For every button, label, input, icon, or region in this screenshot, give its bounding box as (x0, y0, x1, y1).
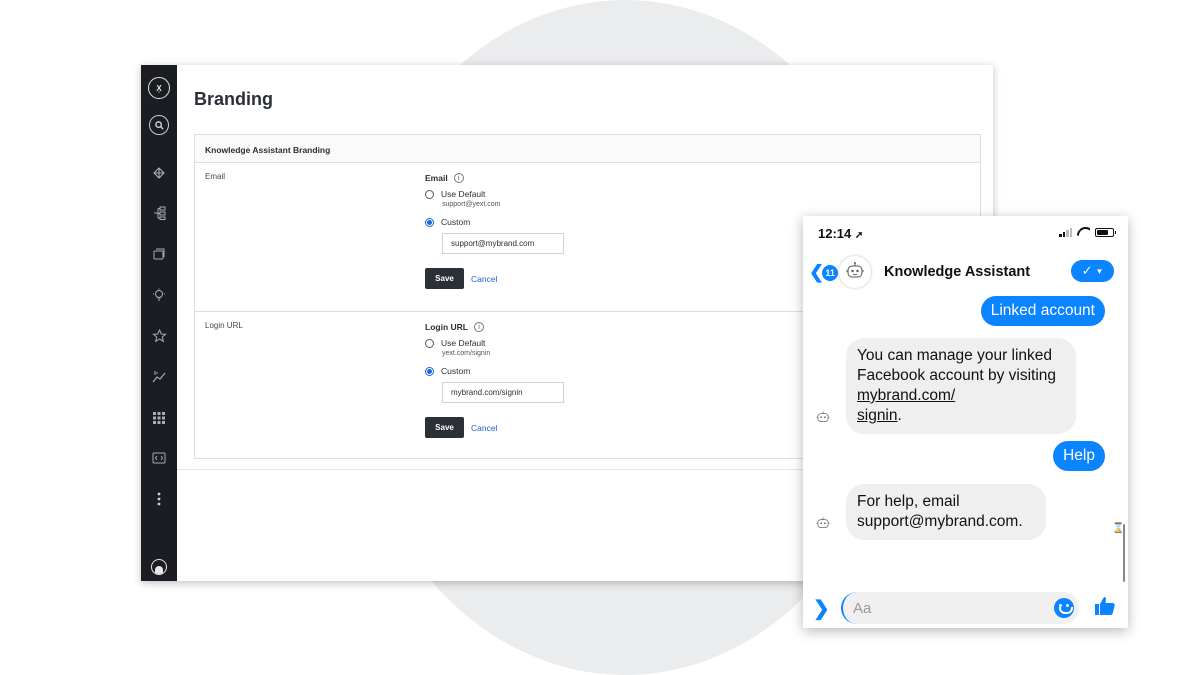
robot-icon (816, 517, 830, 528)
login-cancel-link[interactable]: Cancel (471, 423, 497, 433)
login-use-default-option[interactable]: Use Default (425, 338, 625, 348)
code-icon[interactable] (147, 446, 171, 470)
login-default-radio[interactable] (425, 338, 434, 348)
email-row-label: Email (205, 172, 226, 181)
login-custom-option[interactable]: Custom (425, 366, 625, 376)
chat-title: Knowledge Assistant (884, 264, 1031, 280)
thumbs-up-icon[interactable] (1093, 594, 1117, 618)
message-bubble-bot: For help, email support@mybrand.com. (846, 484, 1046, 540)
email-default-radio[interactable] (425, 189, 434, 199)
signin-link[interactable]: mybrand.com/ signin (857, 387, 955, 424)
verify-dropdown-button[interactable]: ✓ ▼ (1071, 260, 1114, 282)
user-icon[interactable] (147, 555, 171, 579)
login-url-row-label: Login URL (205, 321, 243, 330)
status-bar: 12:14 ➚ (803, 216, 1128, 250)
reviews-icon[interactable] (147, 324, 171, 348)
back-button[interactable]: ❮ 11 (809, 262, 839, 283)
message-bubble-user: Linked account (980, 296, 1105, 326)
email-default-value: support@yext.com (442, 201, 501, 208)
robot-icon (816, 411, 830, 422)
analytics-icon[interactable] (147, 365, 171, 389)
messenger-phone: 12:14 ➚ ❮ 11 Knowledge Assistant ✓ ▼ Link… (803, 216, 1128, 628)
login-url-field-title: Login URL i (425, 322, 625, 332)
sidebar: X̣ (141, 65, 177, 581)
scrollbar[interactable] (1123, 524, 1125, 582)
search-icon[interactable] (147, 113, 171, 137)
email-custom-radio[interactable] (425, 217, 434, 227)
info-icon[interactable]: i (453, 173, 464, 183)
info-icon[interactable]: i (473, 322, 484, 332)
lightbulb-icon[interactable] (147, 283, 171, 307)
wifi-icon (1077, 227, 1090, 237)
email-field-title: Email i (425, 173, 625, 183)
email-save-button[interactable]: Save (425, 268, 464, 289)
login-url-field-group: Login URL i Use Default yext.com/signin … (425, 322, 625, 438)
emoji-icon[interactable] (1054, 598, 1074, 618)
message-bubble-bot: You can manage your linked Facebook acco… (846, 338, 1076, 434)
email-field-group: Email i Use Default support@yext.com Cus… (425, 173, 625, 289)
hierarchy-icon[interactable] (147, 201, 171, 225)
pages-icon[interactable] (147, 242, 171, 266)
chat-header: ❮ 11 Knowledge Assistant ✓ ▼ (803, 254, 1128, 290)
logo-icon[interactable]: X̣ (147, 76, 171, 100)
email-actions: Save Cancel (425, 268, 625, 289)
login-save-button[interactable]: Save (425, 417, 464, 438)
message-input[interactable]: Aa (841, 592, 1079, 624)
caret-down-icon: ▼ (1095, 266, 1104, 276)
apps-grid-icon[interactable] (147, 406, 171, 430)
signal-icon (1059, 227, 1072, 237)
login-custom-radio[interactable] (425, 366, 434, 376)
unread-badge: 11 (822, 264, 839, 281)
status-icons (1059, 227, 1116, 237)
bot-avatar[interactable] (839, 256, 871, 288)
more-icon[interactable] (147, 487, 171, 511)
message-bubble-user: Help (1053, 441, 1105, 471)
network-icon[interactable] (147, 161, 171, 185)
status-time: 12:14 ➚ (818, 226, 864, 241)
composer-bar: ❯ Aa (803, 588, 1128, 628)
login-custom-input[interactable]: mybrand.com/signin (442, 382, 564, 403)
login-actions: Save Cancel (425, 417, 625, 438)
location-arrow-icon: ➚ (854, 230, 864, 241)
check-icon: ✓ (1081, 263, 1093, 278)
card-title: Knowledge Assistant Branding (195, 135, 980, 163)
email-use-default-option[interactable]: Use Default (425, 189, 625, 199)
robot-icon (846, 262, 864, 278)
page-title: Branding (194, 89, 273, 109)
email-cancel-link[interactable]: Cancel (471, 274, 497, 284)
battery-icon (1095, 227, 1116, 237)
email-custom-option[interactable]: Custom (425, 217, 625, 227)
chevron-right-icon[interactable]: ❯ (813, 596, 830, 621)
email-custom-input[interactable]: support@mybrand.com (442, 233, 564, 254)
stage: X̣ Branding Knowledge Assistant Branding… (0, 0, 1200, 675)
login-default-value: yext.com/signin (442, 350, 491, 357)
